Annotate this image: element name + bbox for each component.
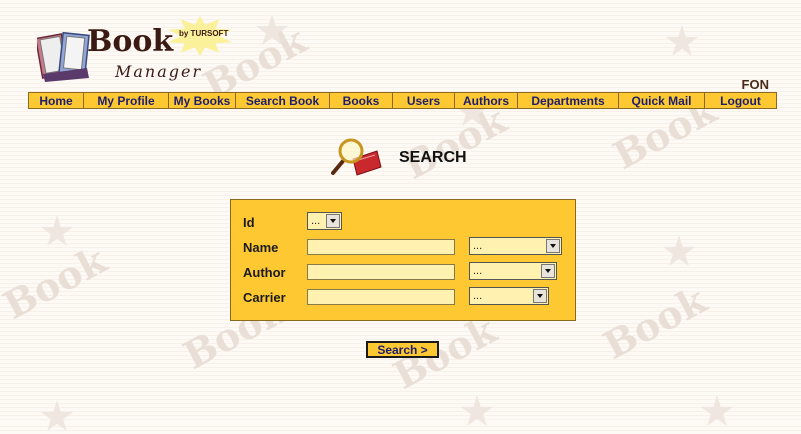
name-input[interactable]	[307, 239, 455, 255]
name-match-value: ...	[473, 240, 483, 252]
carrier-row: Carrier	[243, 287, 455, 307]
nav-quick-mail[interactable]: Quick Mail	[619, 93, 705, 108]
search-form: Id ... Name ... Author ... Carrier ...	[230, 199, 576, 321]
app-logo: by TURSOFT Book Manager	[35, 16, 235, 91]
page-heading: SEARCH	[331, 137, 467, 177]
nav-departments[interactable]: Departments	[518, 93, 619, 108]
name-label: Name	[243, 239, 279, 255]
nav-users[interactable]: Users	[393, 93, 455, 108]
name-match-select[interactable]: ...	[469, 237, 562, 255]
magnifier-book-icon	[331, 138, 382, 176]
nav-logout[interactable]: Logout	[705, 93, 776, 108]
author-row: Author	[243, 262, 455, 282]
carrier-label: Carrier	[243, 289, 286, 305]
chevron-down-icon	[541, 264, 555, 278]
author-match-select[interactable]: ...	[469, 262, 557, 280]
author-input[interactable]	[307, 264, 455, 280]
name-row: Name	[243, 237, 455, 257]
main-nav: Home My Profile My Books Search Book Boo…	[28, 92, 777, 109]
carrier-input[interactable]	[307, 289, 455, 305]
id-row: Id	[243, 212, 307, 232]
nav-home[interactable]: Home	[29, 93, 84, 108]
author-label: Author	[243, 264, 286, 280]
books-logo-icon	[37, 31, 90, 82]
chevron-down-icon	[546, 239, 560, 253]
logo-word-book: Book	[87, 24, 174, 59]
current-user: FON	[741, 77, 769, 92]
id-select[interactable]: ...	[307, 212, 342, 230]
search-button[interactable]: Search >	[366, 341, 439, 358]
chevron-down-icon	[533, 289, 547, 303]
id-label: Id	[243, 214, 255, 230]
nav-authors[interactable]: Authors	[455, 93, 518, 108]
nav-search-book[interactable]: Search Book	[236, 93, 330, 108]
nav-my-books[interactable]: My Books	[169, 93, 236, 108]
logo-by: by TURSOFT	[179, 29, 229, 38]
carrier-match-value: ...	[473, 290, 483, 302]
nav-my-profile[interactable]: My Profile	[84, 93, 169, 108]
author-match-value: ...	[473, 265, 483, 277]
carrier-match-select[interactable]: ...	[469, 287, 549, 305]
logo-word-manager: Manager	[115, 62, 203, 81]
page-title: SEARCH	[399, 149, 467, 166]
nav-books[interactable]: Books	[330, 93, 393, 108]
id-select-value: ...	[311, 215, 321, 227]
chevron-down-icon	[326, 214, 340, 228]
